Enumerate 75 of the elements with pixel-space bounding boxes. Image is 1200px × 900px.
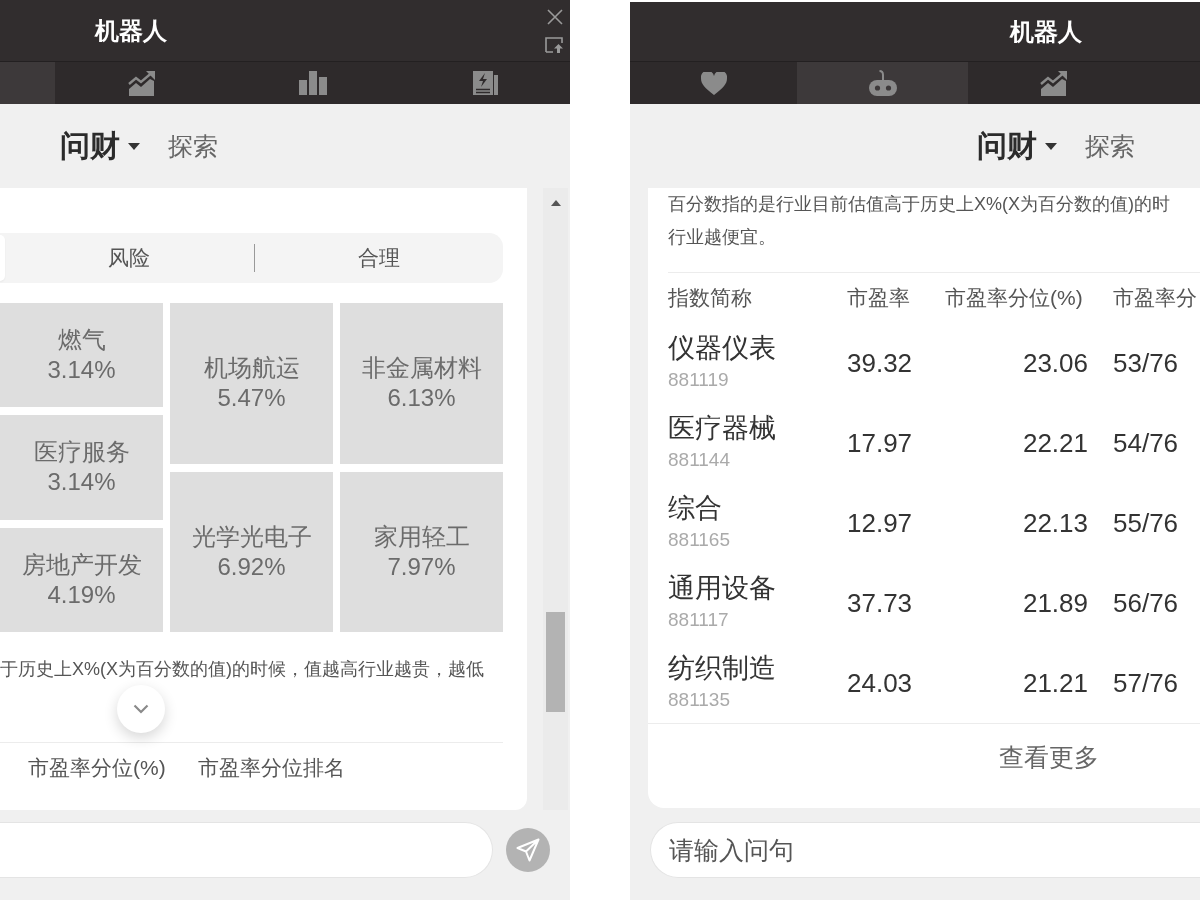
trend-chart-icon — [1040, 70, 1067, 96]
tile-value: 5.47% — [217, 383, 286, 414]
caret-icon — [1045, 142, 1057, 150]
industry-name: 纺织制造 — [668, 652, 776, 684]
index-code: 881117 — [668, 609, 729, 631]
index-code: 881135 — [668, 689, 730, 711]
table-cell: 55/76 — [1113, 507, 1179, 539]
industry-name: 仪器仪表 — [668, 332, 776, 364]
index-code: 881165 — [668, 529, 730, 551]
tab[interactable] — [797, 62, 968, 104]
tile-label: 光学光电子 — [191, 521, 312, 552]
table-cell: 22.21 — [1022, 427, 1088, 459]
table-cell: 56/76 — [1113, 587, 1179, 619]
table-cell: 21.89 — [1022, 587, 1088, 619]
table-cell: 54/76 — [1113, 427, 1179, 459]
tile-label: 燃气 — [57, 325, 106, 356]
table-cell: 12.97 — [847, 507, 913, 539]
table-cell: 37.73 — [847, 587, 913, 619]
explore-tab[interactable]: 探索 — [1085, 129, 1135, 163]
question-input[interactable] — [0, 822, 493, 878]
window-title: 机器人 — [95, 15, 167, 46]
column-header: 市盈率分位排名 — [197, 755, 345, 781]
tile-label: 医疗服务 — [33, 437, 130, 468]
explore-tab[interactable]: 探索 — [168, 129, 218, 163]
index-code: 881119 — [668, 369, 729, 391]
popout-window-icon[interactable] — [545, 37, 563, 53]
segment-tab[interactable]: 合理 — [254, 235, 503, 281]
tile-label: 机场航运 — [203, 353, 300, 384]
table-cell: 39.32 — [847, 347, 913, 379]
close-icon[interactable] — [547, 9, 563, 25]
tile-label: 家用轻工 — [373, 521, 470, 552]
scrollbar[interactable] — [543, 188, 568, 810]
industry-name: 综合 — [668, 492, 722, 524]
industry-name: 医疗器械 — [668, 412, 776, 444]
industry-name: 通用设备 — [668, 572, 776, 604]
question-input[interactable]: 请输入问句 — [650, 822, 1200, 878]
column-header: 市盈率 — [847, 285, 910, 311]
brand-dropdown[interactable]: 问财 — [977, 125, 1057, 167]
paper-plane-icon — [516, 838, 540, 862]
chevron-down-icon — [133, 704, 149, 714]
table-cell: 21.21 — [1022, 667, 1088, 699]
brand-dropdown[interactable]: 问财 — [60, 125, 140, 167]
note-text: 行业越便宜。 — [668, 226, 776, 249]
table-cell: 23.06 — [1022, 347, 1088, 379]
heart-icon — [700, 71, 727, 95]
note-text: 于历史上X%(X为百分数的值)的时候，值越高行业越贵，越低 — [0, 658, 484, 681]
tile-label: 非金属材料 — [361, 353, 482, 384]
scrollbar-thumb[interactable] — [546, 612, 565, 712]
trend-chart-icon — [127, 70, 155, 96]
table-cell: 17.97 — [847, 427, 913, 459]
window-title: 机器人 — [1010, 16, 1082, 47]
tile-value: 3.14% — [47, 355, 116, 386]
tile-value: 6.92% — [217, 551, 286, 582]
table-cell: 24.03 — [847, 667, 913, 699]
tile-value: 7.97% — [387, 551, 456, 582]
note-text: 百分数指的是行业目前估值高于历史上X%(X为百分数的值)的时 — [668, 193, 1170, 216]
column-header: 指数简称 — [668, 285, 752, 311]
view-more-link[interactable]: 查看更多 — [999, 740, 1099, 774]
table-cell: 53/76 — [1113, 347, 1179, 379]
bar-chart-icon — [299, 71, 327, 95]
segment-tab[interactable]: 风险 — [5, 235, 254, 281]
robot-icon — [868, 70, 897, 96]
column-header: 市盈率分 — [1113, 285, 1197, 311]
table-cell: 57/76 — [1113, 667, 1179, 699]
tile-value: 6.13% — [387, 383, 456, 414]
tile-value: 3.14% — [47, 467, 116, 498]
tile-value: 4.19% — [47, 579, 116, 610]
table-cell: 22.13 — [1022, 507, 1088, 539]
column-header: 市盈率分位(%) — [28, 755, 166, 781]
column-header: 市盈率分位(%) — [945, 285, 1083, 311]
news-icon — [472, 71, 498, 95]
scroll-up-arrow-icon[interactable] — [550, 200, 561, 206]
index-code: 881144 — [668, 449, 730, 471]
caret-icon — [128, 142, 140, 150]
tile-label: 房地产开发 — [21, 549, 142, 580]
